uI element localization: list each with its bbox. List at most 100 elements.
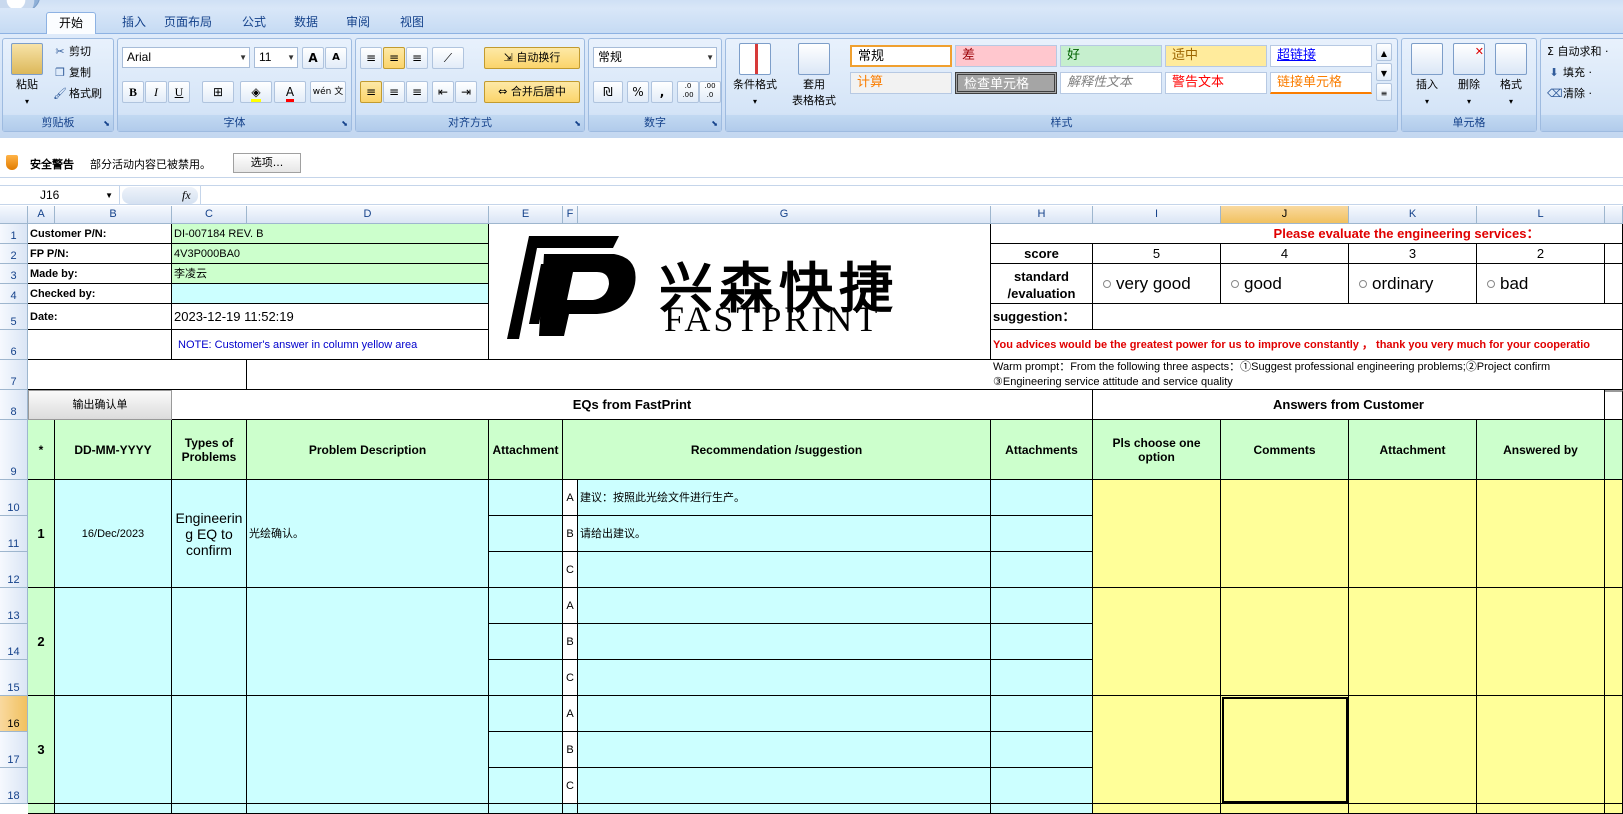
gallery-up-icon[interactable]: ▲ xyxy=(1376,43,1392,61)
tab-review[interactable]: 审阅 xyxy=(334,12,382,34)
column-header[interactable] xyxy=(1605,206,1623,224)
row-header[interactable]: 14 xyxy=(0,624,28,660)
name-box[interactable]: J16 ▼ xyxy=(0,186,120,205)
customer-attachment-cell[interactable] xyxy=(1349,696,1477,804)
eq-attachment[interactable] xyxy=(489,624,563,660)
radio-button[interactable] xyxy=(1231,279,1239,288)
eq-attachments[interactable] xyxy=(991,552,1093,588)
eq-type[interactable] xyxy=(172,696,247,804)
info-value[interactable]: 李凌云 xyxy=(172,264,489,284)
eq-attachment[interactable] xyxy=(489,480,563,516)
row-header[interactable]: 2 xyxy=(0,244,28,264)
eq-attachments[interactable] xyxy=(991,696,1093,732)
bold-button[interactable]: B xyxy=(122,81,144,103)
recommendation-text[interactable] xyxy=(578,552,991,588)
evaluation-option[interactable]: very good xyxy=(1093,264,1221,304)
clear-button[interactable]: ⌫清除 · xyxy=(1547,85,1592,103)
radio-button[interactable] xyxy=(1359,279,1367,288)
eq-attachment[interactable] xyxy=(489,516,563,552)
gallery-down-icon[interactable]: ▼ xyxy=(1376,63,1392,81)
suggestion-input[interactable] xyxy=(1093,304,1623,330)
recommendation-text[interactable]: 建议：按照此光绘文件进行生产。 xyxy=(578,480,991,516)
column-header[interactable]: D xyxy=(247,206,489,224)
cell-style-item[interactable]: 检查单元格 xyxy=(955,72,1057,94)
column-header[interactable]: I xyxy=(1093,206,1221,224)
row-header[interactable]: 18 xyxy=(0,768,28,804)
eq-attachments[interactable] xyxy=(991,480,1093,516)
radio-button[interactable] xyxy=(1487,279,1495,288)
font-size-select[interactable]: 11 ▼ xyxy=(254,47,298,68)
info-value[interactable]: 2023-12-19 11:52:19 xyxy=(172,304,489,330)
formula-input[interactable] xyxy=(200,186,1623,205)
cut-button[interactable]: ✂ 剪切 xyxy=(53,43,91,61)
row-header[interactable]: 13 xyxy=(0,588,28,624)
percent-button[interactable]: % xyxy=(627,81,649,103)
recommendation-text[interactable] xyxy=(578,768,991,804)
radio-button[interactable] xyxy=(1103,279,1111,288)
border-button[interactable]: ⊞ xyxy=(202,81,234,103)
fill-button[interactable]: ⬇ 填充 · xyxy=(1547,64,1592,82)
cell-style-item[interactable]: 差 xyxy=(955,45,1057,67)
choose-option-cell[interactable] xyxy=(1093,480,1221,588)
comments-cell[interactable] xyxy=(1221,696,1349,804)
column-header[interactable]: B xyxy=(55,206,172,224)
eq-date[interactable]: 16/Dec/2023 xyxy=(55,480,172,588)
column-header[interactable]: C xyxy=(172,206,247,224)
tab-page-layout[interactable]: 页面布局 xyxy=(152,12,224,34)
row-header[interactable]: 17 xyxy=(0,732,28,768)
eq-attachments[interactable] xyxy=(991,660,1093,696)
wrap-text-button[interactable]: ⇲ 自动换行 xyxy=(484,47,580,69)
eq-attachments[interactable] xyxy=(991,732,1093,768)
comments-cell[interactable] xyxy=(1221,588,1349,696)
row-header[interactable]: 12 xyxy=(0,552,28,588)
tab-data[interactable]: 数据 xyxy=(282,12,330,34)
column-header[interactable]: L xyxy=(1477,206,1605,224)
eq-attachment[interactable] xyxy=(489,768,563,804)
paste-button[interactable]: 粘贴 ▾ xyxy=(9,43,45,110)
copy-button[interactable]: ❐ 复制 xyxy=(53,64,91,82)
decrease-indent-icon[interactable]: ⇤ xyxy=(432,81,454,103)
cell-style-item[interactable]: 警告文本 xyxy=(1165,72,1267,94)
column-header[interactable]: G xyxy=(578,206,991,224)
row-header[interactable]: 7 xyxy=(0,360,28,390)
cell-style-item[interactable]: 适中 xyxy=(1165,45,1267,67)
conditional-format-button[interactable]: 条件格式 ▾ xyxy=(730,43,780,110)
cell-style-item[interactable]: 超链接 xyxy=(1270,45,1372,67)
output-confirmation-button[interactable]: 输出确认单 xyxy=(28,390,172,420)
recommendation-text[interactable] xyxy=(578,732,991,768)
eq-date[interactable] xyxy=(55,696,172,804)
eq-attachment[interactable] xyxy=(489,660,563,696)
eq-attachments[interactable] xyxy=(991,516,1093,552)
choose-option-cell[interactable] xyxy=(1093,696,1221,804)
evaluation-option[interactable]: bad xyxy=(1477,264,1605,304)
eq-problem[interactable]: 光绘确认。 xyxy=(247,480,489,588)
autosum-button[interactable]: Σ 自动求和 · xyxy=(1547,43,1608,61)
fill-color-button[interactable]: ◈ xyxy=(240,81,272,103)
align-left-icon[interactable]: ≡ xyxy=(360,81,382,103)
row-header[interactable]: 1 xyxy=(0,224,28,244)
row-header[interactable]: 9 xyxy=(0,420,28,480)
tab-view[interactable]: 视图 xyxy=(388,12,436,34)
recommendation-text[interactable]: 请给出建议。 xyxy=(578,516,991,552)
cell-style-item[interactable]: 常规 xyxy=(850,45,952,67)
column-header[interactable]: K xyxy=(1349,206,1477,224)
align-bottom-icon[interactable]: ≡ xyxy=(406,47,428,69)
dialog-launcher-icon[interactable]: ⬊ xyxy=(574,119,581,128)
delete-cells-button[interactable]: ✕ 删除 ▾ xyxy=(1450,43,1488,110)
recommendation-text[interactable] xyxy=(578,624,991,660)
format-cells-button[interactable]: 格式 ▾ xyxy=(1492,43,1530,110)
currency-icon[interactable]: ₪ xyxy=(593,81,623,103)
select-all-corner[interactable] xyxy=(0,206,28,224)
choose-option-cell[interactable] xyxy=(1093,588,1221,696)
answered-by-cell[interactable] xyxy=(1477,480,1605,588)
dialog-launcher-icon[interactable]: ⬊ xyxy=(711,119,718,128)
number-format-select[interactable]: 常规 ▼ xyxy=(593,47,717,68)
customer-attachment-cell[interactable] xyxy=(1349,480,1477,588)
column-header[interactable]: J xyxy=(1221,206,1349,224)
row-header[interactable]: 3 xyxy=(0,264,28,284)
comments-cell[interactable] xyxy=(1221,480,1349,588)
eq-type[interactable] xyxy=(172,588,247,696)
orientation-icon[interactable]: ⟋ xyxy=(432,47,464,69)
tab-formulas[interactable]: 公式 xyxy=(230,12,278,34)
tab-insert[interactable]: 插入 xyxy=(110,12,158,34)
